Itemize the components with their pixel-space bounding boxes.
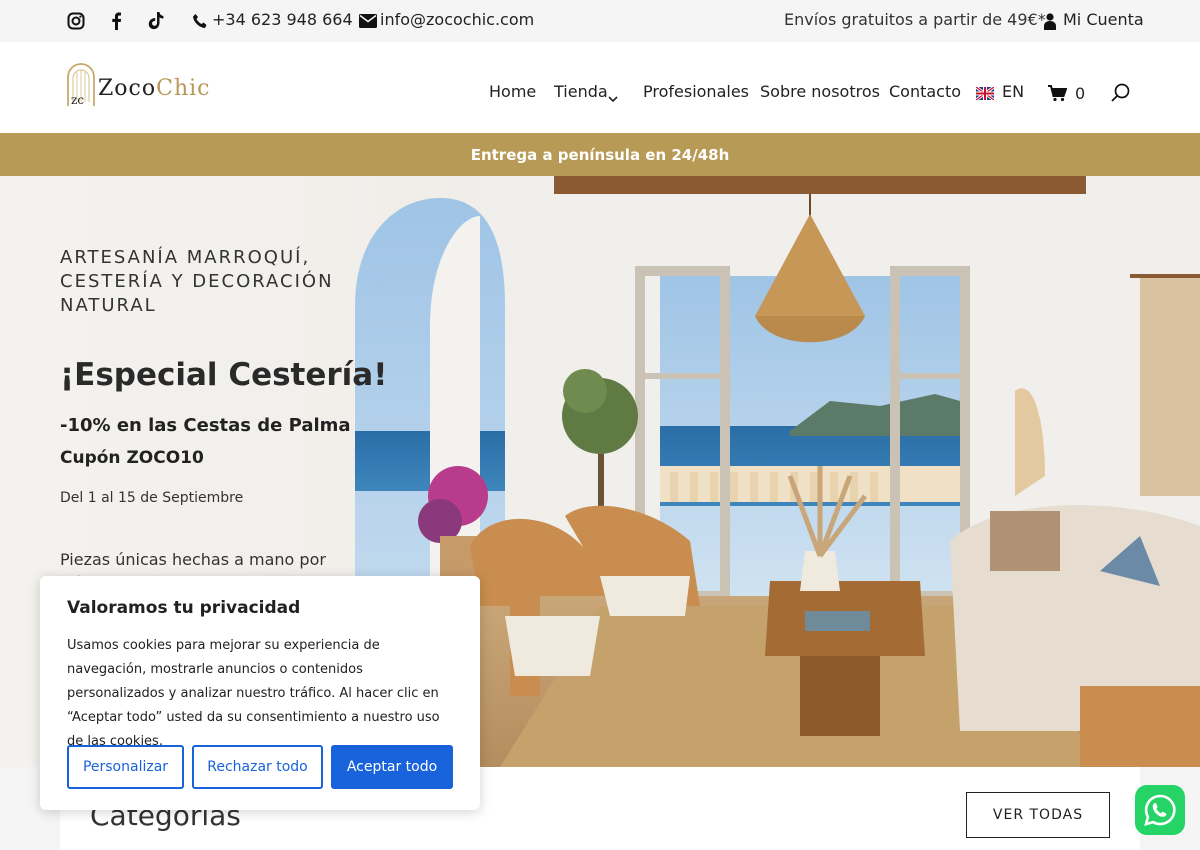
mail-icon: [358, 11, 378, 31]
cookie-consent-modal: Valoramos tu privacidad Usamos cookies p…: [40, 576, 480, 810]
email-link[interactable]: info@zocochic.com: [380, 10, 534, 29]
view-all-button[interactable]: VER TODAS: [966, 792, 1110, 838]
hero-discount: -10% en las Cestas de Palma: [60, 415, 351, 436]
cart-count[interactable]: 0: [1075, 84, 1085, 103]
reject-all-button[interactable]: Rechazar todo: [192, 745, 323, 789]
whatsapp-icon: [1144, 794, 1176, 826]
free-shipping-text: Envíos gratuitos a partir de 49€*: [784, 10, 1046, 29]
logo-prefix: Zoco: [98, 76, 157, 101]
phone-number[interactable]: +34 623 948 664: [212, 10, 353, 29]
hero-coupon: Cupón ZOCO10: [60, 448, 204, 468]
hero-kicker: ARTESANÍA MARROQUÍ, CESTERÍA Y DECORACIÓ…: [60, 247, 334, 316]
main-header: zc ZocoChic Home Tienda Profesionales So…: [0, 42, 1200, 133]
nav-profesionales[interactable]: Profesionales: [643, 82, 749, 101]
nav-tienda[interactable]: Tienda: [554, 82, 608, 101]
accept-all-button[interactable]: Aceptar todo: [331, 745, 453, 789]
cookie-description: Usamos cookies para mejorar su experienc…: [67, 638, 440, 749]
site-logo[interactable]: zc ZocoChic: [66, 62, 226, 110]
delivery-banner-text: Entrega a península en 24/48h: [470, 145, 730, 164]
instagram-icon[interactable]: [66, 11, 86, 31]
logo-suffix: Chic: [156, 76, 211, 101]
facebook-icon[interactable]: [106, 11, 126, 31]
delivery-banner: Entrega a península en 24/48h: [0, 133, 1200, 176]
search-icon[interactable]: [1111, 83, 1130, 106]
language-switch[interactable]: EN: [1002, 82, 1024, 101]
chevron-down-icon[interactable]: [608, 88, 618, 107]
top-bar: +34 623 948 664 info@zocochic.com Envíos…: [0, 0, 1200, 42]
nav-sobre-nosotros[interactable]: Sobre nosotros: [760, 82, 880, 101]
whatsapp-button[interactable]: [1135, 785, 1185, 835]
tiktok-icon[interactable]: [146, 11, 166, 31]
logo-emblem-icon: zc: [67, 63, 95, 107]
uk-flag-icon[interactable]: [976, 87, 994, 100]
customize-button[interactable]: Personalizar: [67, 745, 184, 789]
nav-home[interactable]: Home: [489, 82, 536, 101]
hero-dates: Del 1 al 15 de Septiembre: [60, 490, 244, 506]
svg-text:zc: zc: [71, 93, 84, 107]
hero-title: ¡Especial Cestería!: [60, 357, 388, 393]
phone-icon: [190, 11, 210, 31]
cookie-title: Valoramos tu privacidad: [67, 598, 301, 618]
nav-contacto[interactable]: Contacto: [889, 82, 961, 101]
logo-wordmark: ZocoChic: [98, 76, 210, 101]
cart-icon[interactable]: [1048, 85, 1068, 106]
account-link[interactable]: Mi Cuenta: [1063, 10, 1144, 29]
user-icon[interactable]: [1040, 11, 1060, 31]
